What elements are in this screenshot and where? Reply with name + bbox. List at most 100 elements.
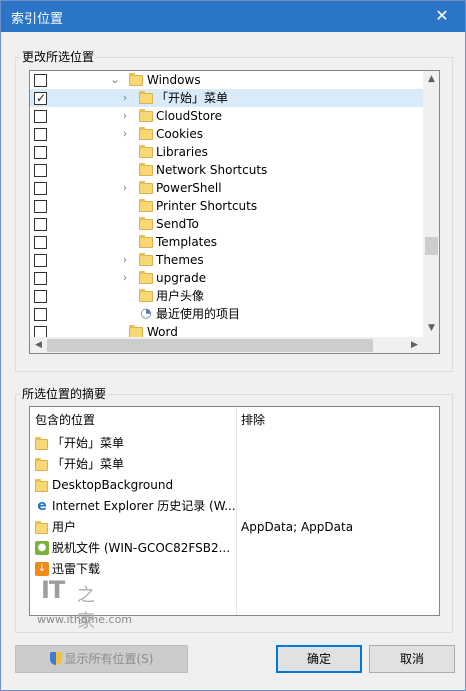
tree-row-label: CloudStore [156, 109, 222, 123]
chevron-right-icon[interactable]: › [119, 90, 131, 106]
chevron-right-icon[interactable]: › [119, 126, 131, 142]
tree-rows: ⌄ Windows ✓ › 「开始」菜单 › CloudStore › Cookies Libra… [30, 71, 423, 337]
tree-row-label: 用户头像 [156, 289, 205, 303]
summary-location-name: 「开始」菜单 [52, 457, 125, 471]
location-tree[interactable]: ⌄ Windows ✓ › 「开始」菜单 › CloudStore › Cookies Libra… [29, 70, 440, 354]
ok-button[interactable]: 确定 [276, 645, 362, 673]
summary-location-name: 用户 [52, 520, 77, 534]
tree-row-checkbox[interactable] [34, 164, 47, 177]
recent-items-icon: ◔ [140, 306, 152, 321]
tree-row-checkbox[interactable] [34, 182, 47, 195]
vertical-scroll-thumb[interactable] [425, 237, 438, 255]
tree-row-label: Cookies [156, 127, 203, 141]
tree-row[interactable]: Network Shortcuts [30, 161, 423, 179]
tree-row[interactable]: Word [30, 323, 423, 337]
cancel-label: 取消 [399, 652, 424, 666]
folder-icon [35, 479, 48, 492]
folder-icon [139, 127, 153, 140]
folder-icon [139, 145, 153, 158]
window-title: 索引位置 [11, 12, 64, 27]
folder-icon [139, 91, 153, 104]
tree-row[interactable]: › PowerShell [30, 179, 423, 197]
summary-row[interactable]: e Internet Explorer 历史记录 (W... [30, 496, 235, 517]
tree-row-checkbox[interactable] [34, 110, 47, 123]
chevron-right-icon[interactable]: › [119, 252, 131, 268]
column-divider [236, 407, 237, 615]
scroll-up-arrow[interactable]: ▲ [423, 71, 439, 88]
tree-row-checkbox[interactable] [34, 146, 47, 159]
tree-horizontal-scrollbar[interactable]: ◀ ▶ [30, 337, 423, 353]
folder-icon [35, 437, 48, 450]
summary-row[interactable]: DesktopBackground [30, 475, 235, 496]
tree-row-checkbox[interactable] [34, 290, 47, 303]
chevron-right-icon[interactable]: › [119, 108, 131, 124]
summary-row[interactable]: 「开始」菜单 [30, 454, 235, 475]
tree-vertical-scrollbar[interactable]: ▲ ▼ [423, 71, 439, 337]
summary-location-name: 脱机文件 (WIN-GCOC82FSB2... [52, 541, 231, 555]
folder-icon [129, 73, 143, 86]
tree-row[interactable]: › CloudStore [30, 107, 423, 125]
scrollbar-corner [423, 337, 439, 353]
tree-row-checkbox[interactable] [34, 236, 47, 249]
tree-row-checkbox[interactable] [34, 74, 47, 87]
folder-icon [139, 109, 153, 122]
summary-location-name: Internet Explorer 历史记录 (W... [52, 499, 236, 513]
tree-row-checkbox[interactable] [34, 308, 47, 321]
chevron-right-icon[interactable]: › [119, 270, 131, 286]
tree-row-label: Templates [156, 235, 218, 249]
summary-row[interactable]: ● 脱机文件 (WIN-GCOC82FSB2... [30, 538, 235, 559]
watermark-logo: IT [41, 576, 65, 604]
offline-files-icon: ● [35, 541, 49, 555]
summary-location-name: DesktopBackground [52, 478, 174, 492]
tree-row-label: 「开始」菜单 [156, 91, 229, 105]
tree-row[interactable]: Libraries [30, 143, 423, 161]
folder-icon [139, 271, 153, 284]
horizontal-scroll-thumb[interactable] [47, 339, 373, 352]
tree-row[interactable]: ⌄ Windows [30, 71, 423, 89]
tree-row-checkbox[interactable] [34, 254, 47, 267]
close-button[interactable]: ✕ [419, 1, 465, 32]
ie-icon: e [37, 498, 47, 514]
show-all-locations-button[interactable]: 显示所有位置(S) [15, 645, 188, 673]
chevron-right-icon[interactable]: › [119, 180, 131, 196]
tree-row[interactable]: Printer Shortcuts [30, 197, 423, 215]
column-header-included[interactable]: 包含的位置 [35, 407, 95, 433]
folder-icon [35, 458, 48, 471]
scroll-down-arrow[interactable]: ▼ [423, 320, 439, 337]
summary-row[interactable]: 用户 [30, 517, 235, 538]
tree-row-checkbox[interactable] [34, 200, 47, 213]
watermark-url: www.ithome.com [37, 613, 133, 626]
tree-row-checkbox[interactable]: ✓ [34, 91, 47, 105]
tree-row-checkbox[interactable] [34, 326, 47, 337]
summary-excluded-value: AppData; AppData [241, 520, 354, 534]
folder-icon [139, 289, 153, 302]
cancel-button[interactable]: 取消 [369, 645, 455, 673]
tree-row[interactable]: › upgrade [30, 269, 423, 287]
summary-group-title: 所选位置的摘要 [20, 385, 109, 402]
tree-row[interactable]: 用户头像 [30, 287, 423, 305]
chevron-down-icon[interactable]: ⌄ [109, 72, 121, 88]
tree-row-checkbox[interactable] [34, 128, 47, 141]
folder-icon [139, 235, 153, 248]
tree-row[interactable]: Templates [30, 233, 423, 251]
tree-row-label: Windows [147, 73, 201, 87]
tree-row[interactable]: ✓ › 「开始」菜单 [30, 89, 423, 107]
folder-icon [129, 325, 143, 337]
scroll-right-arrow[interactable]: ▶ [406, 337, 423, 353]
title-bar[interactable]: 索引位置 ✕ [1, 1, 465, 32]
scroll-left-arrow[interactable]: ◀ [30, 337, 47, 353]
tree-row[interactable]: ◔ 最近使用的项目 [30, 305, 423, 323]
checkmark-icon: ✓ [36, 91, 47, 105]
folder-icon [139, 181, 153, 194]
tree-row[interactable]: › Cookies [30, 125, 423, 143]
tree-row-label: 最近使用的项目 [156, 307, 241, 321]
tree-row-checkbox[interactable] [34, 218, 47, 231]
tree-row[interactable]: › Themes [30, 251, 423, 269]
tree-row-checkbox[interactable] [34, 272, 47, 285]
summary-row[interactable]: 「开始」菜单 [30, 433, 235, 454]
summary-location-name: 「开始」菜单 [52, 436, 125, 450]
tree-row-label: Word [147, 325, 178, 337]
folder-icon [139, 217, 153, 230]
tree-row[interactable]: SendTo [30, 215, 423, 233]
column-header-excluded[interactable]: 排除 [241, 407, 265, 433]
